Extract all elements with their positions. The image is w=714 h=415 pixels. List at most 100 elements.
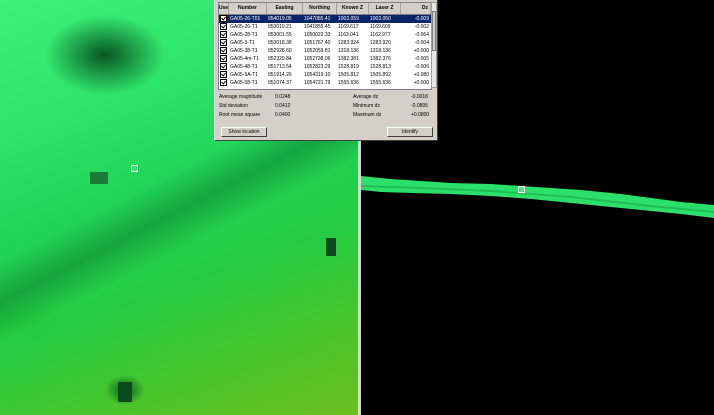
max-dz-value: +0.0800 (411, 112, 430, 118)
rms-label: Root mean square (219, 112, 261, 118)
checkbox-checked-icon[interactable] (220, 15, 227, 23)
avg-magnitude-value: 0.0248 (275, 94, 291, 100)
table-row[interactable]: GA05-26-T1 953019.21 1041855.45 1169.617 116… (219, 23, 431, 31)
known-z-cell: 1318.136 (338, 48, 359, 54)
checkbox-checked-icon[interactable] (220, 55, 227, 63)
table-row[interactable]: GA05-3-T1 953018.38 1051767.40 1283.924 1283… (219, 39, 431, 47)
profile-surface (361, 176, 714, 218)
known-z-cell: 1382.381 (338, 56, 359, 62)
checkbox-checked-icon[interactable] (220, 47, 227, 55)
northing-cell: 1054319.10 (304, 72, 331, 78)
northing-cell: 1051767.40 (304, 40, 331, 46)
table-row[interactable]: GA05-58-T1 951074.37 1054721.79 1555.636 155… (219, 79, 431, 87)
known-z-cell: 1163.041 (338, 32, 359, 38)
control-report-dialog: Use Number Easting Northing Known Z Lase… (214, 0, 438, 141)
dz-cell: -0.002 (414, 24, 429, 30)
min-dz-value: -0.0895 (411, 103, 428, 109)
northing-cell: 1052738.06 (304, 56, 331, 62)
column-header-laser-z[interactable]: Laser Z (369, 3, 401, 14)
avg-dz-label: Average dz (353, 94, 379, 100)
northing-cell: 1054721.79 (304, 80, 331, 86)
control-point-marker[interactable] (131, 165, 138, 172)
laser-z-cell: 1505.892 (370, 72, 391, 78)
dz-cell: -0.009 (414, 16, 429, 22)
table-row[interactable]: GA05-28-T1 953001.55 1050022.33 1163.041 116… (219, 31, 431, 39)
dz-cell: -0.006 (414, 64, 429, 70)
use-cell (219, 47, 229, 55)
easting-cell: 951713.54 (268, 64, 292, 70)
column-header-use[interactable]: Use (219, 3, 229, 14)
number-cell: GA05-48-T1 (230, 64, 258, 70)
northing-cell: 1050022.33 (304, 32, 331, 38)
known-z-cell: 1528.819 (338, 64, 359, 70)
use-cell (219, 23, 229, 31)
avg-magnitude-label: Average magnitude (219, 94, 263, 100)
terrain-pit (118, 382, 132, 402)
number-cell: GA05-58-T1 (230, 80, 258, 86)
use-cell (219, 79, 229, 87)
easting-cell: 954019.05 (268, 16, 292, 22)
rms-value: 0.0400 (275, 112, 291, 118)
use-cell (219, 15, 229, 23)
easting-cell: 953001.55 (268, 32, 292, 38)
column-header-number[interactable]: Number (229, 3, 267, 14)
table-row[interactable]: GA05-26-T01 954019.05 1047085.41 1003.059 10… (219, 15, 431, 23)
northing-cell: 1041855.45 (304, 24, 331, 30)
use-cell (219, 71, 229, 79)
laser-z-cell: 1003.050 (370, 16, 391, 22)
column-header-known-z[interactable]: Known Z (337, 3, 369, 14)
scrollbar-thumb[interactable] (432, 11, 436, 51)
checkbox-checked-icon[interactable] (220, 79, 227, 87)
column-header-dz[interactable]: Dz (401, 3, 431, 14)
easting-cell: 951074.37 (268, 80, 292, 86)
checkbox-checked-icon[interactable] (220, 71, 227, 79)
table-row[interactable]: GA05-5A-T1 951914.26 1054319.10 1505.812 150… (219, 71, 431, 79)
number-cell: GA05-4m-T1 (230, 56, 259, 62)
laser-z-cell: 1318.136 (370, 48, 391, 54)
easting-cell: 953018.38 (268, 40, 292, 46)
terrain-pit (326, 238, 336, 256)
dz-cell: -0.064 (414, 32, 429, 38)
known-z-cell: 1283.924 (338, 40, 359, 46)
checkbox-checked-icon[interactable] (220, 31, 227, 39)
column-header-northing[interactable]: Northing (303, 3, 337, 14)
use-cell (219, 63, 229, 71)
checkbox-checked-icon[interactable] (220, 23, 227, 31)
std-deviation-label: Std deviation (219, 103, 248, 109)
table-row[interactable]: GA05-4m-T1 952329.84 1052738.06 1382.381 138… (219, 55, 431, 63)
use-cell (219, 39, 229, 47)
dz-cell: -0.004 (414, 40, 429, 46)
table-body: GA05-26-T01 954019.05 1047085.41 1003.059 10… (219, 15, 431, 87)
use-cell (219, 55, 229, 63)
laser-z-cell: 1169.609 (370, 24, 391, 30)
laser-z-cell: 1382.376 (370, 56, 391, 62)
number-cell: GA05-28-T1 (230, 32, 258, 38)
number-cell: GA05-26-T01 (230, 16, 261, 22)
table-row[interactable]: GA05-38-T1 952928.60 1052059.81 1318.136 131… (219, 47, 431, 55)
checkbox-checked-icon[interactable] (220, 63, 227, 71)
number-cell: GA05-5A-T1 (230, 72, 259, 78)
number-cell: GA05-26-T1 (230, 24, 258, 30)
laser-z-cell: 1283.920 (370, 40, 391, 46)
known-z-cell: 1505.812 (338, 72, 359, 78)
profile-point-marker[interactable] (518, 186, 525, 193)
table-scrollbar[interactable] (431, 2, 437, 88)
checkbox-checked-icon[interactable] (220, 39, 227, 47)
laser-z-cell: 1555.636 (370, 80, 391, 86)
std-deviation-value: 0.0412 (275, 103, 291, 109)
number-cell: GA05-3-T1 (230, 40, 255, 46)
easting-cell: 952928.60 (268, 48, 292, 54)
northing-cell: 1052823.29 (304, 64, 331, 70)
dz-cell: +0.000 (413, 80, 429, 86)
control-points-table[interactable]: Use Number Easting Northing Known Z Lase… (218, 2, 432, 90)
table-row[interactable]: GA05-48-T1 951713.54 1052823.29 1528.819 152… (219, 63, 431, 71)
northing-cell: 1052059.81 (304, 48, 331, 54)
column-header-easting[interactable]: Easting (267, 3, 303, 14)
dz-cell: +0.000 (413, 48, 429, 54)
show-location-button[interactable]: Show location (221, 127, 267, 137)
easting-cell: 952329.84 (268, 56, 292, 62)
northing-cell: 1047085.41 (304, 16, 331, 22)
identify-button[interactable]: Identify (387, 127, 433, 137)
number-cell: GA05-38-T1 (230, 48, 258, 54)
use-cell (219, 31, 229, 39)
